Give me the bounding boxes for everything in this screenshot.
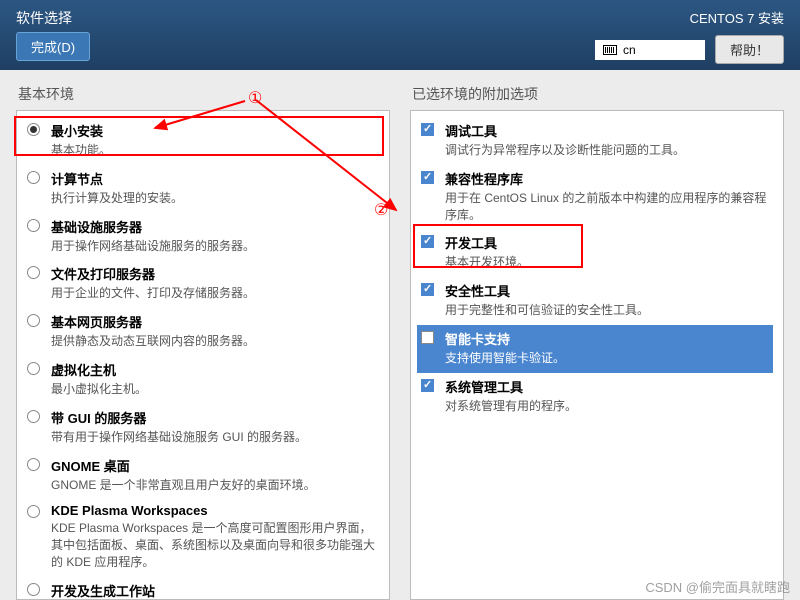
env-item[interactable]: 带 GUI 的服务器带有用于操作网络基础设施服务 GUI 的服务器。 [23, 404, 379, 452]
radio-icon[interactable] [27, 266, 40, 279]
page-title: 软件选择 [16, 8, 90, 28]
lang-code: cn [623, 43, 636, 57]
env-item-desc: 执行计算及处理的安装。 [51, 190, 375, 207]
radio-icon[interactable] [27, 123, 40, 136]
env-item-desc: 提供静态及动态互联网内容的服务器。 [51, 333, 375, 350]
env-item[interactable]: 文件及打印服务器用于企业的文件、打印及存储服务器。 [23, 260, 379, 308]
radio-icon[interactable] [27, 505, 40, 518]
env-item[interactable]: 虚拟化主机最小虚拟化主机。 [23, 356, 379, 404]
keyboard-layout-selector[interactable]: cn [595, 40, 705, 60]
help-button[interactable]: 帮助！ [715, 35, 784, 64]
addon-item-title: 兼容性程序库 [445, 169, 769, 188]
env-item[interactable]: 最小安装基本功能。 [23, 117, 379, 165]
env-item[interactable]: GNOME 桌面 GNOME 是一个非常直观且用户友好的桌面环境。 [23, 452, 379, 500]
addon-item-desc: 支持使用智能卡验证。 [445, 350, 769, 367]
addon-item[interactable]: 开发工具基本开发环境。 [417, 229, 773, 277]
checkbox-icon[interactable] [421, 379, 434, 392]
base-env-list[interactable]: 最小安装基本功能。计算节点执行计算及处理的安装。基础设施服务器用于操作网络基础设… [16, 110, 390, 600]
env-item-desc: KDE Plasma Workspaces 是一个高度可配置图形用户界面，其中包… [51, 520, 375, 570]
radio-icon[interactable] [27, 583, 40, 596]
addon-item[interactable]: 兼容性程序库用于在 CentOS Linux 的之前版本中构建的应用程序的兼容程… [417, 165, 773, 230]
radio-icon[interactable] [27, 362, 40, 375]
env-item[interactable]: KDE Plasma Workspaces KDE Plasma Workspac… [23, 499, 379, 576]
radio-icon[interactable] [27, 219, 40, 232]
radio-icon[interactable] [27, 171, 40, 184]
addons-panel: 已选环境的附加选项 调试工具调试行为异常程序以及诊断性能问题的工具。兼容性程序库… [410, 84, 784, 600]
done-button[interactable]: 完成(D) [16, 32, 90, 61]
checkbox-icon[interactable] [421, 331, 434, 344]
addon-item-desc: 基本开发环境。 [445, 254, 769, 271]
addons-title: 已选环境的附加选项 [410, 84, 784, 104]
env-item-desc: 用于企业的文件、打印及存储服务器。 [51, 285, 375, 302]
addon-item-title: 智能卡支持 [445, 329, 769, 348]
env-item-desc: 带有用于操作网络基础设施服务 GUI 的服务器。 [51, 429, 375, 446]
env-item-title: 文件及打印服务器 [51, 264, 375, 283]
addon-item-title: 调试工具 [445, 121, 769, 140]
env-item-title: 虚拟化主机 [51, 360, 375, 379]
addon-item[interactable]: 调试工具调试行为异常程序以及诊断性能问题的工具。 [417, 117, 773, 165]
base-env-title: 基本环境 [16, 84, 390, 104]
addon-item-title: 系统管理工具 [445, 377, 769, 396]
env-item-desc: 最小虚拟化主机。 [51, 381, 375, 398]
checkbox-icon[interactable] [421, 171, 434, 184]
addon-item[interactable]: 安全性工具用于完整性和可信验证的安全性工具。 [417, 277, 773, 325]
env-item[interactable]: 基本网页服务器提供静态及动态互联网内容的服务器。 [23, 308, 379, 356]
env-item-desc: 用于操作网络基础设施服务的服务器。 [51, 238, 375, 255]
env-item-title: 带 GUI 的服务器 [51, 408, 375, 427]
addon-item-desc: 用于在 CentOS Linux 的之前版本中构建的应用程序的兼容程序库。 [445, 190, 769, 224]
keyboard-icon [603, 45, 617, 55]
env-item[interactable]: 计算节点执行计算及处理的安装。 [23, 165, 379, 213]
base-env-panel: 基本环境 最小安装基本功能。计算节点执行计算及处理的安装。基础设施服务器用于操作… [16, 84, 390, 600]
env-item-title: 基础设施服务器 [51, 217, 375, 236]
addon-item[interactable]: 系统管理工具对系统管理有用的程序。 [417, 373, 773, 421]
install-title: CENTOS 7 安装 [690, 8, 784, 27]
checkbox-icon[interactable] [421, 123, 434, 136]
header-bar: 软件选择 完成(D) CENTOS 7 安装 cn 帮助！ [0, 0, 800, 70]
addon-item-desc: 调试行为异常程序以及诊断性能问题的工具。 [445, 142, 769, 159]
env-item-title: 开发及生成工作站 [51, 581, 375, 600]
env-item[interactable]: 开发及生成工作站用于软件、硬件、图形或者内容开发的工作站。 [23, 577, 379, 600]
env-item-title: GNOME 桌面 [51, 456, 375, 475]
env-item-desc: 基本功能。 [51, 142, 375, 159]
addons-list[interactable]: 调试工具调试行为异常程序以及诊断性能问题的工具。兼容性程序库用于在 CentOS… [410, 110, 784, 600]
env-item-title: 基本网页服务器 [51, 312, 375, 331]
env-item-title: 计算节点 [51, 169, 375, 188]
addon-item-desc: 对系统管理有用的程序。 [445, 398, 769, 415]
env-item[interactable]: 基础设施服务器用于操作网络基础设施服务的服务器。 [23, 213, 379, 261]
addon-item[interactable]: 智能卡支持支持使用智能卡验证。 [417, 325, 773, 373]
env-item-title: 最小安装 [51, 121, 375, 140]
addon-item-title: 开发工具 [445, 233, 769, 252]
addon-item-title: 安全性工具 [445, 281, 769, 300]
addon-item-desc: 用于完整性和可信验证的安全性工具。 [445, 302, 769, 319]
radio-icon[interactable] [27, 314, 40, 327]
content-area: 基本环境 最小安装基本功能。计算节点执行计算及处理的安装。基础设施服务器用于操作… [0, 70, 800, 600]
radio-icon[interactable] [27, 410, 40, 423]
checkbox-icon[interactable] [421, 283, 434, 296]
checkbox-icon[interactable] [421, 235, 434, 248]
watermark-text: CSDN @偷完面具就瞎跑 [645, 577, 790, 596]
env-item-desc: GNOME 是一个非常直观且用户友好的桌面环境。 [51, 477, 375, 494]
radio-icon[interactable] [27, 458, 40, 471]
env-item-title: KDE Plasma Workspaces [51, 503, 375, 518]
